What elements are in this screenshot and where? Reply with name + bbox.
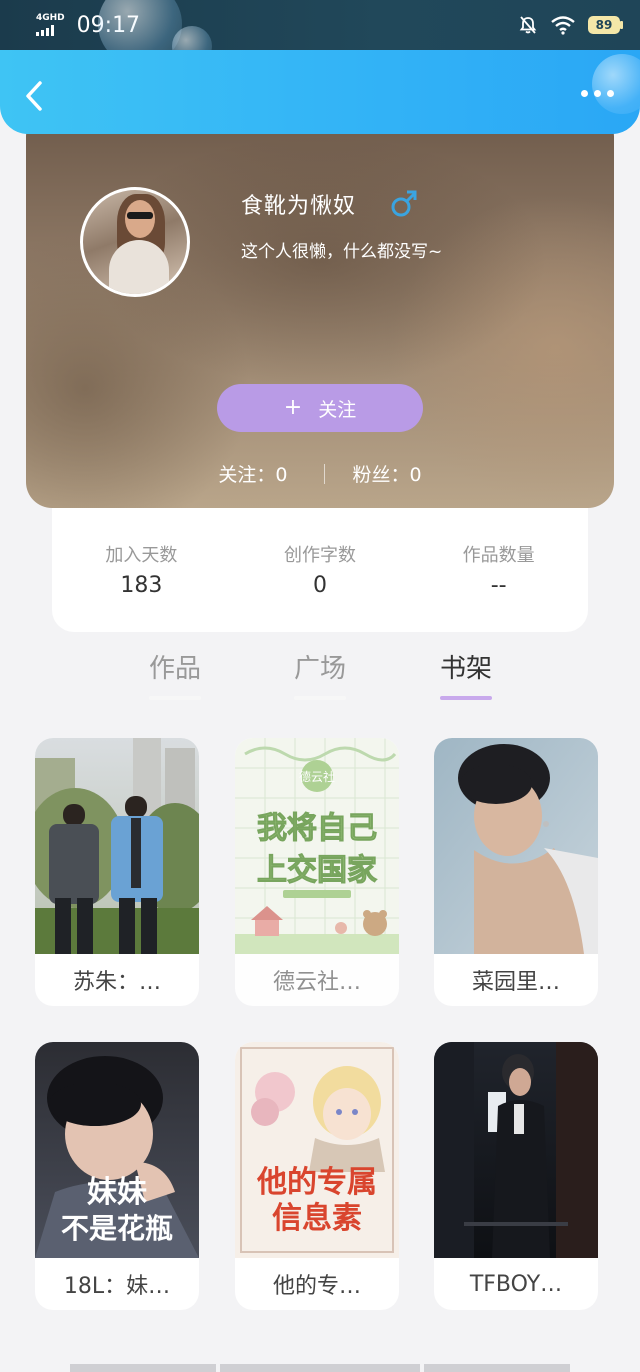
tab-underline-active [440, 696, 492, 700]
decorative-bubble [592, 54, 640, 114]
stat-value: 0 [313, 573, 327, 598]
book-title: 德云社… [272, 970, 361, 995]
tab-label: 书架 [439, 654, 492, 684]
stats-card: 加入天数 183 创作字数 0 作品数量 -- [52, 508, 588, 632]
following-stat[interactable]: 关注：0 [218, 460, 287, 487]
book-cover-image: 他的专属 信息素 [235, 1042, 399, 1258]
signal-bars-icon [36, 24, 71, 36]
wifi-icon [551, 16, 575, 35]
avatar[interactable] [80, 187, 190, 297]
cover-title-line: 上交国家 [257, 853, 377, 888]
tab-square[interactable]: 广场 [270, 648, 370, 700]
cover-title-line: 妹妹 [87, 1175, 147, 1210]
book-title: 苏朱：… [72, 970, 161, 995]
follow-button[interactable]: + 关注 [217, 384, 423, 432]
cover-title-line: 他的专属 [256, 1165, 377, 1200]
fans-count: 0 [409, 464, 422, 486]
nav-bar [0, 50, 640, 134]
tab-bookshelf[interactable]: 书架 [416, 648, 516, 700]
book-title: 菜园里… [471, 970, 560, 995]
mute-bell-icon [519, 16, 537, 34]
cover-title-line: 不是花瓶 [61, 1212, 173, 1245]
book-cover-image [434, 738, 598, 954]
fans-label: 粉丝： [352, 464, 410, 486]
book-title: 18L：妹… [63, 1274, 171, 1299]
tab-underline [149, 696, 201, 700]
stat-label: 加入天数 [105, 545, 178, 566]
cover-title-line: 信息素 [272, 1201, 362, 1236]
status-bar: 4GHD 09:17 89 [0, 0, 640, 50]
stat-label: 创作字数 [284, 545, 356, 566]
stat-label: 作品数量 [462, 545, 535, 566]
status-icons: 89 [518, 15, 624, 35]
profile-tabs: 作品 广场 书架 [0, 648, 640, 708]
book-card[interactable]: TFBOY… [434, 1042, 598, 1310]
username: 食靴为愀奴 [241, 194, 357, 219]
plus-icon: + [283, 395, 303, 420]
book-card[interactable]: 他的专属 信息素 他的专… [235, 1042, 399, 1310]
follow-button-label: 关注 [318, 398, 357, 421]
book-card[interactable]: 苏朱：… [35, 738, 199, 1006]
book-cover-image: 德云社 我将自己 上交国家 [235, 738, 399, 954]
stat-word-count: 创作字数 0 [231, 508, 410, 632]
male-gender-icon [391, 190, 417, 217]
book-cover-image: 妹妹 不是花瓶 [35, 1042, 199, 1258]
back-arrow-icon[interactable] [18, 78, 54, 114]
following-label: 关注： [218, 464, 276, 486]
book-title: 他的专… [272, 1274, 361, 1299]
stat-join-days: 加入天数 183 [52, 508, 231, 632]
book-card[interactable]: 德云社 我将自己 上交国家 德云社… [235, 738, 399, 1006]
decorative-bubble [98, 0, 182, 50]
stat-works-count: 作品数量 -- [409, 508, 588, 632]
divider [323, 463, 325, 484]
battery-icon: 89 [588, 16, 624, 34]
network-type: 4GHD [36, 13, 65, 23]
book-cover-image [434, 1042, 598, 1258]
cover-title-line: 我将自己 [257, 811, 377, 846]
stat-value: -- [490, 573, 507, 598]
follow-stats: 关注：0 粉丝：0 [26, 460, 614, 487]
stat-value: 183 [120, 573, 163, 598]
book-cover-image [35, 738, 199, 954]
fans-stat[interactable]: 粉丝：0 [353, 460, 422, 487]
book-card[interactable]: 菜园里… [434, 738, 598, 1006]
profile-bio: 这个人很懒，什么都没写~ [241, 242, 443, 262]
cover-title-line: 德云社 [299, 769, 335, 784]
following-count: 0 [275, 464, 288, 486]
tab-label: 作品 [148, 654, 201, 684]
tab-works[interactable]: 作品 [125, 648, 225, 700]
profile-header: 食靴为愀奴 这个人很懒，什么都没写~ + 关注 关注：0 粉丝：0 [26, 110, 614, 508]
book-card[interactable]: 妹妹 不是花瓶 18L：妹… [35, 1042, 199, 1310]
more-options-icon[interactable] [581, 90, 614, 97]
tab-underline [294, 696, 346, 700]
battery-level: 89 [595, 18, 613, 32]
book-title: TFBOY… [469, 1271, 563, 1297]
next-row-hint [70, 1364, 570, 1372]
signal-indicator: 4GHD [36, 14, 71, 36]
tab-label: 广场 [293, 654, 346, 684]
